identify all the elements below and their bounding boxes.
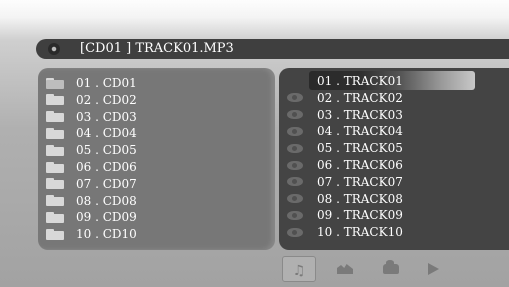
track-item-selected[interactable]: 01 . TRACK01 [287,71,502,90]
track-item[interactable]: 04 . TRACK04 [287,123,502,139]
folder-item[interactable]: 07 . CD07 [46,176,266,192]
play-button[interactable] [416,256,450,282]
folder-open-icon [46,77,64,89]
folder-item[interactable]: 02 . CD02 [46,92,266,108]
disc-icon [48,43,60,55]
folder-label: 07 . CD07 [76,176,137,191]
track-label: 02 . TRACK02 [317,90,403,105]
folder-icon [46,94,64,106]
audio-file-icon [287,126,303,136]
track-label: 01 . TRACK01 [317,74,403,88]
track-item[interactable]: 02 . TRACK02 [287,90,502,106]
track-label: 08 . TRACK08 [317,191,403,206]
audio-file-icon [287,194,303,204]
track-item[interactable]: 08 . TRACK08 [287,191,502,207]
track-label: 07 . TRACK07 [317,174,403,189]
play-icon [427,263,439,275]
folder-icon [46,178,64,190]
folder-item[interactable]: 08 . CD08 [46,193,266,209]
audio-file-icon [287,77,303,86]
track-label: 06 . TRACK06 [317,158,403,172]
folder-item[interactable]: 05 . CD05 [46,142,266,158]
folder-item[interactable]: 10 . CD10 [46,226,266,242]
folder-icon [46,195,64,207]
track-item[interactable]: 05 . TRACK05 [287,140,502,156]
track-label: 10 . TRACK10 [317,225,403,240]
music-note-icon [293,260,306,279]
video-filter-button[interactable] [374,256,408,282]
music-filter-button[interactable] [282,256,316,282]
track-label: 03 . TRACK03 [317,107,403,122]
folder-icon [46,228,64,240]
audio-file-icon [287,160,303,170]
track-item[interactable]: 06 . TRACK06 [287,157,502,173]
folder-icon [46,127,64,139]
track-item[interactable]: 07 . TRACK07 [287,174,502,190]
video-icon [383,260,399,274]
folder-item[interactable]: 01 . CD01 [46,75,266,91]
folder-item[interactable]: 03 . CD03 [46,109,266,125]
track-label: 04 . TRACK04 [317,124,403,139]
track-item[interactable]: 10 . TRACK10 [287,224,502,240]
track-item[interactable]: 09 . TRACK09 [287,207,502,223]
folder-item[interactable]: 04 . CD04 [46,125,266,141]
photo-filter-button[interactable] [328,256,362,282]
media-type-toolbar [282,256,462,282]
folder-label: 05 . CD05 [76,143,137,158]
now-playing-bar: [CD01 ] TRACK01.MP3 [36,39,509,59]
folder-list: 01 . CD01 02 . CD02 03 . CD03 04 . CD04 05 .… [38,68,275,250]
track-list: 01 . TRACK01 02 . TRACK02 03 . TRACK03 04 .… [279,68,509,250]
audio-file-icon [287,93,303,103]
audio-file-icon [287,177,303,187]
folder-label: 10 . CD10 [76,227,137,242]
track-label: 09 . TRACK09 [317,208,403,223]
folder-label: 01 . CD01 [76,76,137,90]
folder-label: 08 . CD08 [76,193,137,208]
folder-label: 04 . CD04 [76,126,137,141]
audio-file-icon [287,227,303,237]
folder-icon [46,161,64,173]
media-browser-screen: [CD01 ] TRACK01.MP3 01 . CD01 02 . CD02 03… [0,0,509,287]
folder-icon [46,111,64,123]
folder-icon [46,144,64,156]
folder-label: 02 . CD02 [76,92,137,107]
now-playing-title: [CD01 ] TRACK01.MP3 [80,41,234,56]
folder-item[interactable]: 06 . CD06 [46,159,266,175]
track-item[interactable]: 03 . TRACK03 [287,107,502,123]
folder-item[interactable]: 09 . CD09 [46,209,266,225]
photo-icon [337,264,353,274]
track-label: 05 . TRACK05 [317,141,403,156]
folder-label: 06 . CD06 [76,160,137,174]
folder-label: 09 . CD09 [76,210,137,225]
folder-label: 03 . CD03 [76,109,137,124]
audio-file-icon [287,110,303,120]
audio-file-icon [287,210,303,220]
audio-file-icon [287,143,303,153]
folder-icon [46,211,64,223]
